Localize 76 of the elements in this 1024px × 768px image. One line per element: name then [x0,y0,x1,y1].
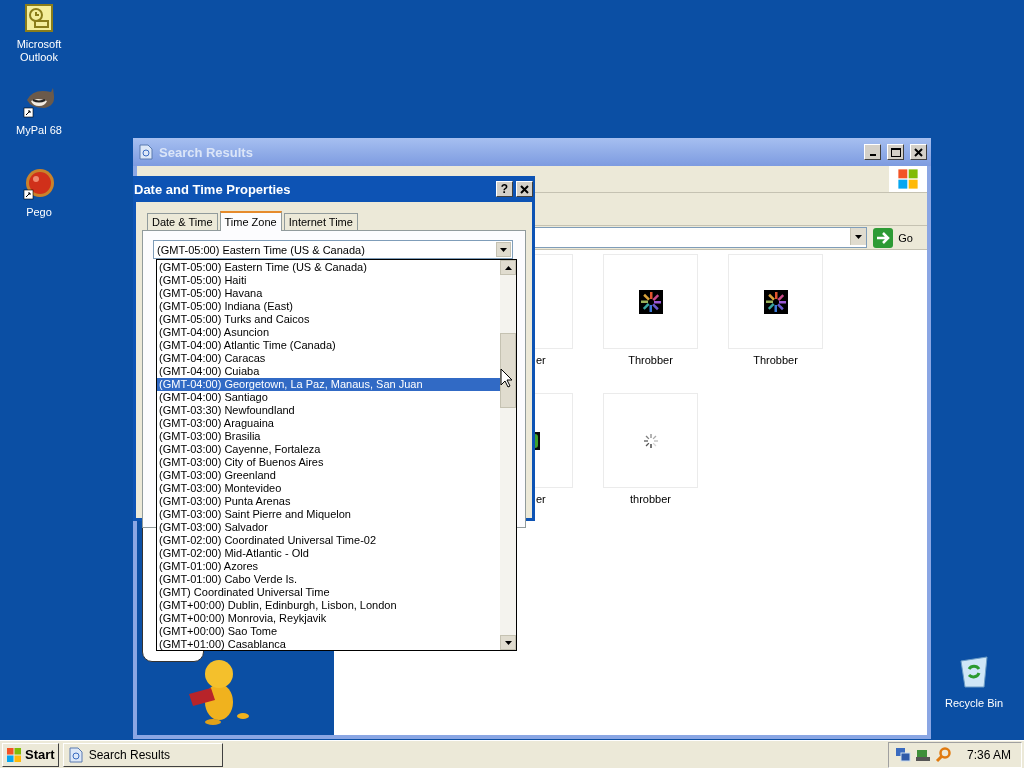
list-option[interactable]: (GMT-03:00) Greenland [157,469,500,482]
document-icon [139,144,153,160]
calendar-icon[interactable] [25,4,53,32]
desktop-icon-label[interactable]: Recycle Bin [938,697,1010,710]
dropdown-arrow-icon[interactable] [500,247,507,252]
thumbnail-label[interactable]: throbber [603,493,698,505]
list-option[interactable]: (GMT-03:00) Cayenne, Fortaleza [157,443,500,456]
thumbnail[interactable] [603,393,698,488]
close-icon [520,184,529,194]
ball-icon[interactable] [23,168,55,200]
desktop-icon-label[interactable]: Pego [3,206,75,219]
list-option[interactable]: (GMT-03:00) Punta Arenas [157,495,500,508]
list-option[interactable]: (GMT+00:00) Dublin, Edinburgh, Lisbon, London [157,599,500,612]
list-option[interactable]: (GMT-04:00) Cuiaba [157,365,500,378]
dialog-title: Date and Time Properties [134,181,292,197]
window-title: Search Results [159,144,254,160]
scrollbar[interactable] [500,260,516,650]
list-option[interactable]: (GMT-05:00) Eastern Time (US & Canada) [157,261,500,274]
dropdown-arrow-icon[interactable] [855,234,863,239]
document-icon [68,746,83,763]
network-icon[interactable] [894,746,911,763]
list-option[interactable]: (GMT-04:00) Caracas [157,352,500,365]
list-option[interactable]: (GMT-04:00) Georgetown, La Paz, Manaus, San Juan [157,378,500,391]
maximize-icon [890,147,901,157]
list-option[interactable]: (GMT) Coordinated Universal Time [157,586,500,599]
list-option[interactable]: (GMT-05:00) Havana [157,287,500,300]
minimize-button[interactable] [864,144,881,160]
list-option[interactable]: (GMT-04:00) Atlantic Time (Canada) [157,339,500,352]
desktop-icon-label[interactable]: MyPal 68 [3,124,75,137]
time-zone-dropdown[interactable]: (GMT-05:00) Eastern Time (US & Canada) [153,240,513,259]
list-option[interactable]: (GMT-01:00) Azores [157,560,500,573]
cursor-icon [500,368,512,388]
list-option[interactable]: (GMT-03:00) Brasilia [157,430,500,443]
help-button[interactable]: ? [496,181,513,197]
recycle-bin-icon[interactable] [959,655,989,689]
list-option[interactable]: (GMT-03:00) City of Buenos Aires [157,456,500,469]
spinner-icon [642,432,659,449]
close-icon [914,147,923,157]
raccoon-icon[interactable] [23,86,55,118]
list-option[interactable]: (GMT+00:00) Monrovia, Reykjavik [157,612,500,625]
windows-logo-icon [897,168,919,190]
maximize-button[interactable] [887,144,904,160]
list-option[interactable]: (GMT-02:00) Coordinated Universal Time-02 [157,534,500,547]
list-option[interactable]: (GMT-04:00) Asuncion [157,326,500,339]
spinner-icon [638,289,663,314]
list-option[interactable]: (GMT-01:00) Cabo Verde Is. [157,573,500,586]
thumbnail-label[interactable]: Throbber [603,354,698,366]
list-option[interactable]: (GMT-03:00) Saint Pierre and Miquelon [157,508,500,521]
tab[interactable]: Date & Time [147,213,218,231]
list-option[interactable]: (GMT+00:00) Sao Tome [157,625,500,638]
taskbar-button[interactable]: Search Results [62,742,223,767]
list-option[interactable]: (GMT-05:00) Indiana (East) [157,300,500,313]
start-button[interactable]: Start [2,742,59,767]
desktop-icon-label[interactable]: Microsoft Outlook [3,38,75,64]
spinner-icon [763,289,788,314]
list-option[interactable]: (GMT-05:00) Haiti [157,274,500,287]
list-option[interactable]: (GMT-03:00) Salvador [157,521,500,534]
list-option[interactable]: (GMT-03:30) Newfoundland [157,404,500,417]
scrollbar-thumb[interactable] [500,333,516,408]
tab[interactable]: Internet Time [283,213,358,231]
thumbnail[interactable] [603,254,698,349]
scroll-up-icon[interactable] [504,265,512,270]
list-option[interactable]: (GMT-02:00) Mid-Atlantic - Old [157,547,500,560]
list-option[interactable]: (GMT+01:00) Casablanca [157,638,500,651]
list-option[interactable]: (GMT-04:00) Santiago [157,391,500,404]
close-button[interactable] [516,181,533,197]
scroll-down-icon[interactable] [504,640,512,645]
clock[interactable]: 7:36 AM [966,747,1011,762]
thumbnail[interactable] [728,254,823,349]
close-button[interactable] [910,144,927,160]
tab[interactable]: Time Zone [219,211,282,231]
list-option[interactable]: (GMT-05:00) Turks and Caicos [157,313,500,326]
windows-logo-icon [6,746,22,763]
thumbnail-label[interactable]: Throbber [728,354,823,366]
list-option[interactable]: (GMT-03:00) Montevideo [157,482,500,495]
list-option[interactable]: (GMT-03:00) Araguaina [157,417,500,430]
